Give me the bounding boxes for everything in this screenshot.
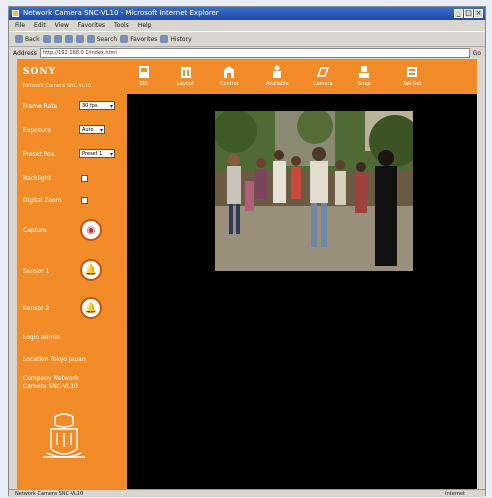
- frame-rate-select[interactable]: 30 fps: [79, 101, 115, 111]
- login-label: Login admin: [23, 334, 60, 341]
- live-video-view[interactable]: [215, 111, 413, 271]
- backlight-label: Backlight: [23, 175, 51, 182]
- frame-rate-label: Frame Rate: [23, 103, 58, 110]
- sony-logo: SONY: [23, 67, 56, 77]
- location-label: Location Tokyo Japan: [23, 356, 86, 363]
- control-icon: [224, 66, 235, 78]
- nav-available[interactable]: Available: [266, 65, 289, 87]
- favorites-label: Favorites: [130, 35, 158, 43]
- camera-subtitle: Network Camera SNC-VL10: [23, 83, 92, 89]
- sensor1-button[interactable]: 🔔: [80, 259, 102, 281]
- nav-control[interactable]: Control: [220, 65, 238, 87]
- home-button[interactable]: [75, 35, 84, 43]
- home-icon: [75, 35, 84, 43]
- history-button[interactable]: History: [160, 35, 192, 43]
- backlight-checkbox[interactable]: [81, 175, 88, 182]
- crest-emblem-icon: [43, 413, 85, 458]
- address-input[interactable]: http://192.168.0.1/index.html: [39, 48, 470, 58]
- refresh-icon: [64, 35, 73, 43]
- stop-button[interactable]: [53, 35, 62, 43]
- nav-tab-set[interactable]: Tab Set: [403, 65, 421, 87]
- nav-tab-set-label: Tab Set: [403, 81, 422, 87]
- company-label: Company Network Camera SNC-VL10: [23, 375, 79, 390]
- browser-toolbar: Back Search Favorites History: [9, 31, 485, 47]
- star-icon: [120, 35, 129, 43]
- menu-bar: File Edit View Favorites Tools Help: [9, 20, 485, 31]
- search-icon: [86, 35, 95, 43]
- forward-arrow-icon: [42, 35, 51, 43]
- available-icon: [273, 65, 282, 78]
- nav-snap[interactable]: Snap: [358, 65, 371, 87]
- exposure-select[interactable]: Auto: [79, 125, 105, 135]
- menu-favorites[interactable]: Favorites: [78, 20, 105, 31]
- menu-edit[interactable]: Edit: [34, 20, 46, 31]
- nav-available-label: Available: [266, 81, 289, 87]
- refresh-button[interactable]: [64, 35, 73, 43]
- digital-zoom-checkbox[interactable]: [81, 197, 88, 204]
- window-controls: _ □ ×: [454, 9, 483, 18]
- nav-setup-label: Eth: [139, 81, 149, 87]
- sensor2-button[interactable]: 🔔: [80, 297, 102, 319]
- go-button[interactable]: Go: [473, 50, 481, 57]
- capture-label: Capture: [23, 227, 47, 234]
- menu-file[interactable]: File: [15, 20, 25, 31]
- digital-zoom-label: Digital Zoom: [23, 197, 62, 204]
- address-label: Address: [13, 49, 37, 57]
- nav-layout[interactable]: Layout: [177, 65, 194, 87]
- menu-view[interactable]: View: [55, 20, 69, 31]
- back-button[interactable]: Back: [15, 35, 40, 43]
- maximize-button[interactable]: □: [464, 9, 473, 18]
- camera-page: SONY Network Camera SNC-VL10 Frame Rate …: [17, 59, 477, 489]
- status-zone-text: Internet: [445, 491, 465, 497]
- stop-icon: [53, 35, 62, 43]
- preset-select[interactable]: Preset 1: [79, 149, 115, 159]
- window-title: Network Camera SNC-VL10 - Microsoft Inte…: [23, 9, 219, 17]
- minimize-button[interactable]: _: [454, 9, 463, 18]
- exposure-label: Exposure: [23, 127, 51, 134]
- snap-icon: [359, 66, 370, 78]
- favorites-button[interactable]: Favorites: [120, 35, 157, 43]
- title-bar: Network Camera SNC-VL10 - Microsoft Inte…: [9, 7, 485, 20]
- back-arrow-icon: [15, 35, 23, 43]
- nav-camera[interactable]: Camera: [313, 65, 333, 87]
- forward-button[interactable]: [42, 35, 51, 43]
- history-label: History: [170, 35, 192, 43]
- preset-label: Preset Pos.: [23, 151, 56, 158]
- nav-layout-label: Layout: [177, 81, 194, 87]
- search-button[interactable]: Search: [86, 35, 118, 43]
- history-icon: [160, 35, 169, 43]
- crowd-scene-image: [215, 111, 413, 271]
- record-icon: ◉: [86, 224, 96, 236]
- screenshot-frame: Network Camera SNC-VL10 - Microsoft Inte…: [0, 0, 492, 497]
- nav-setup[interactable]: Eth: [138, 65, 150, 87]
- sensor2-label: Sensor 2: [23, 305, 50, 312]
- bell-icon: 🔔: [84, 302, 98, 314]
- nav-snap-label: Snap: [358, 81, 371, 87]
- status-left-text: Network Camera SNC-VL10: [15, 491, 84, 497]
- search-label: Search: [96, 35, 118, 43]
- bell-icon: 🔔: [84, 264, 98, 276]
- layout-icon: [180, 67, 191, 78]
- nav-control-label: Control: [220, 81, 239, 87]
- camera-sidebar: SONY Network Camera SNC-VL10 Frame Rate …: [17, 59, 127, 489]
- camera-icon: [316, 67, 329, 77]
- back-label: Back: [25, 35, 40, 43]
- browser-app-icon: [12, 10, 19, 17]
- address-bar: Address http://192.168.0.1/index.html Go: [9, 47, 485, 59]
- tab-icon: [407, 67, 418, 77]
- close-button[interactable]: ×: [474, 9, 483, 18]
- setup-icon: [139, 66, 149, 78]
- nav-camera-label: Camera: [313, 81, 333, 87]
- browser-window: Network Camera SNC-VL10 - Microsoft Inte…: [8, 6, 486, 497]
- sensor1-label: Sensor 1: [23, 268, 50, 275]
- capture-button[interactable]: ◉: [80, 219, 102, 241]
- menu-tools[interactable]: Tools: [114, 20, 129, 31]
- menu-help[interactable]: Help: [138, 20, 152, 31]
